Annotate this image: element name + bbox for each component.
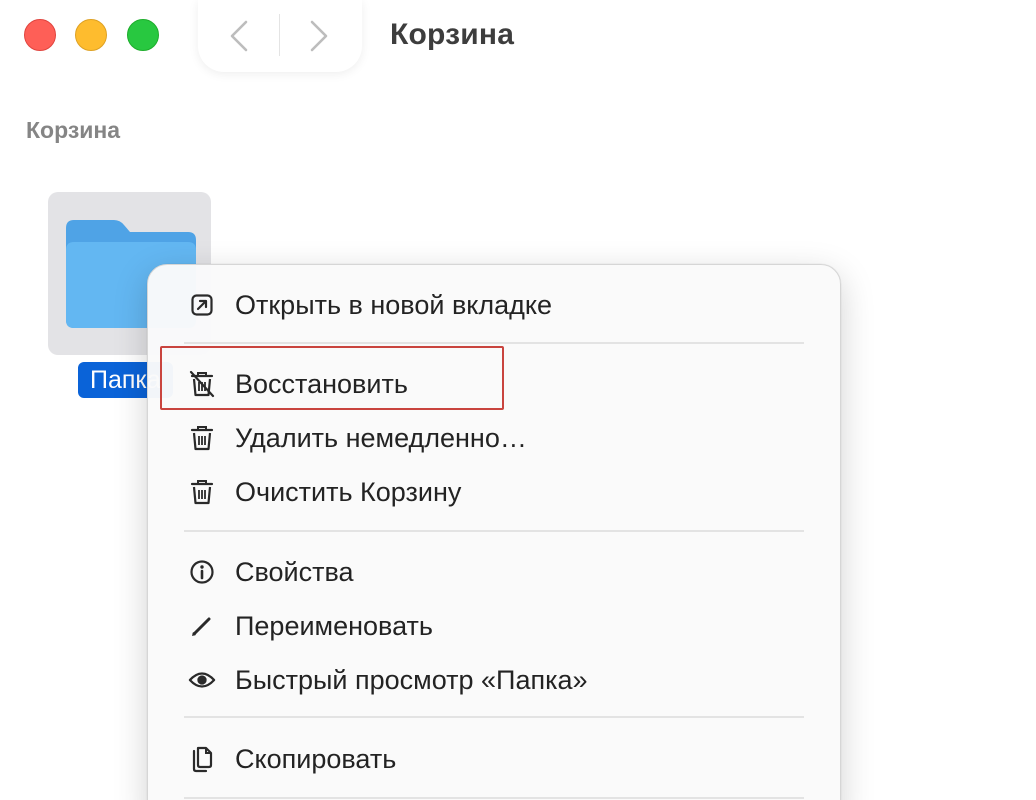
menu-item-label: Скопировать bbox=[235, 744, 397, 774]
menu-separator bbox=[184, 530, 804, 532]
menu-item-label: Открыть в новой вкладке bbox=[235, 290, 553, 320]
open-in-new-tab-icon bbox=[188, 291, 216, 319]
chevron-right-icon bbox=[310, 20, 328, 52]
section-header: Корзина bbox=[26, 117, 121, 143]
info-icon bbox=[188, 558, 216, 586]
trash-icon bbox=[188, 424, 216, 452]
zoom-window-button[interactable] bbox=[127, 19, 159, 51]
nav-divider bbox=[279, 14, 280, 56]
menu-item-label: Свойства bbox=[235, 557, 354, 587]
menu-item-rename[interactable]: Переименовать bbox=[168, 602, 820, 650]
back-button[interactable] bbox=[214, 14, 264, 58]
chevron-left-icon bbox=[230, 20, 248, 52]
menu-item-open-in-new-tab[interactable]: Открыть в новой вкладке bbox=[168, 281, 820, 329]
menu-separator bbox=[184, 797, 804, 799]
eye-icon bbox=[188, 666, 216, 694]
menu-item-copy[interactable]: Скопировать bbox=[168, 735, 820, 783]
menu-item-properties[interactable]: Свойства bbox=[168, 548, 820, 596]
navigation-controls bbox=[198, 0, 362, 72]
menu-item-quick-look[interactable]: Быстрый просмотр «Папка» bbox=[168, 656, 820, 704]
close-window-button[interactable] bbox=[24, 19, 56, 51]
menu-item-label: Удалить немедленно… bbox=[235, 423, 527, 453]
menu-item-label: Быстрый просмотр «Папка» bbox=[235, 665, 588, 695]
menu-separator bbox=[184, 342, 804, 344]
menu-separator bbox=[184, 716, 804, 718]
menu-item-empty-trash[interactable]: Очистить Корзину bbox=[168, 468, 820, 516]
context-menu: Открыть в новой вкладке Восстановить Уда… bbox=[147, 264, 841, 800]
menu-item-label: Переименовать bbox=[235, 611, 433, 641]
restore-highlight-outline bbox=[160, 346, 504, 410]
menu-item-delete-immediately[interactable]: Удалить немедленно… bbox=[168, 414, 820, 462]
minimize-window-button[interactable] bbox=[75, 19, 107, 51]
trash-icon bbox=[188, 478, 216, 506]
window-title: Корзина bbox=[390, 18, 515, 51]
menu-item-label: Очистить Корзину bbox=[235, 477, 462, 507]
forward-button[interactable] bbox=[294, 14, 344, 58]
pencil-icon bbox=[188, 612, 216, 640]
copy-icon bbox=[188, 745, 216, 773]
finder-window: Корзина Корзина Папка Открыть в новой вк… bbox=[0, 0, 1036, 800]
